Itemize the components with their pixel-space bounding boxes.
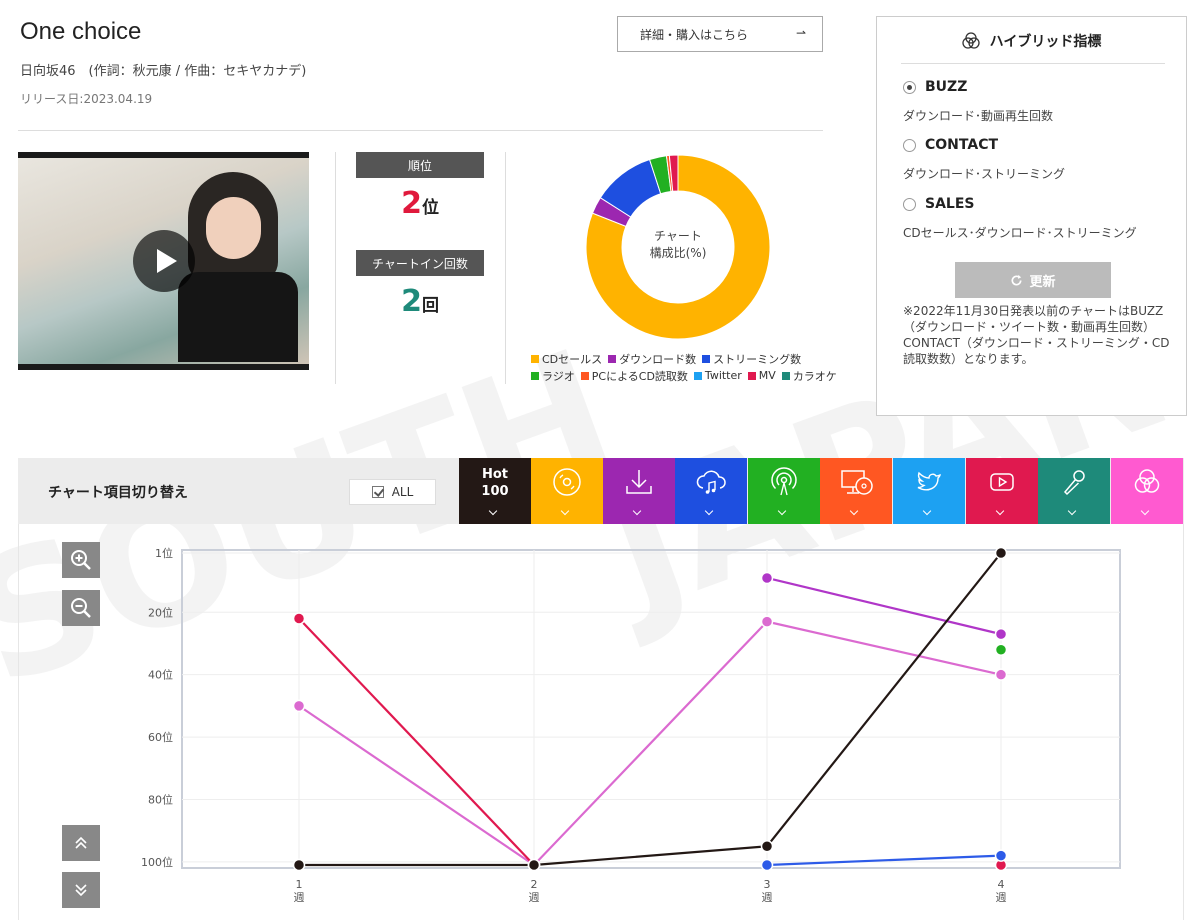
x-tick-label: 週	[996, 891, 1007, 904]
rank-line-chart: 1位20位40位60位80位100位1週2週3週4週	[141, 546, 1121, 904]
series-line-download	[766, 576, 1002, 636]
y-tick-label: 100位	[141, 855, 173, 869]
series-line-streaming	[766, 854, 1002, 867]
data-point-hot100	[527, 858, 541, 872]
data-point-hybrid	[994, 668, 1008, 681]
x-tick-label: 週	[529, 891, 540, 904]
data-point-hot100	[994, 546, 1008, 560]
series-line-hot100	[299, 552, 1002, 867]
data-point-mv	[292, 612, 306, 625]
y-tick-label: 40位	[148, 668, 173, 682]
data-point-hot100	[760, 840, 774, 853]
y-tick-label: 1位	[155, 546, 173, 560]
x-tick-label: 4	[998, 878, 1005, 891]
data-point-download	[994, 627, 1008, 641]
x-tick-label: 週	[762, 891, 773, 904]
x-tick-label: 週	[294, 891, 305, 904]
data-point-download	[760, 571, 774, 585]
y-tick-label: 60位	[148, 730, 173, 744]
data-point-streaming	[760, 858, 774, 872]
data-point-hot100	[292, 858, 306, 872]
x-tick-label: 1	[296, 878, 303, 891]
data-point-streaming	[994, 849, 1008, 862]
x-tick-label: 3	[764, 878, 771, 891]
data-point-radio	[994, 643, 1008, 656]
data-point-hybrid	[760, 615, 774, 628]
series-line-hybrid	[298, 620, 1002, 867]
x-tick-label: 2	[531, 878, 538, 891]
y-tick-label: 20位	[148, 605, 173, 619]
data-point-hybrid	[292, 699, 306, 713]
y-tick-label: 80位	[148, 792, 173, 806]
series-line-mv	[298, 617, 535, 866]
plot-border	[181, 549, 1121, 869]
